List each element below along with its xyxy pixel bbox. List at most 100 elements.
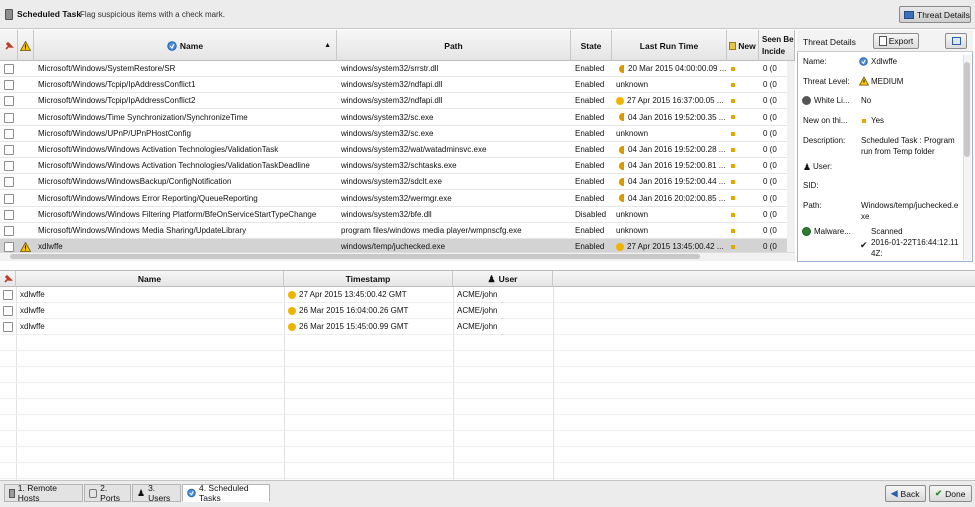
row-checkbox[interactable] <box>4 128 14 139</box>
table-row[interactable]: Microsoft/Windows/Windows Error Reportin… <box>0 191 787 207</box>
export-button[interactable]: Export <box>873 33 919 49</box>
table-row[interactable]: xdlwffe 26 Mar 2015 16:04:00.26 GMT ACME/j… <box>0 303 975 319</box>
column-header-timestamp[interactable]: Timestamp <box>284 271 453 287</box>
user-icon: ♟ <box>803 162 812 172</box>
column-header-seen-line1: Seen Be <box>762 34 794 44</box>
row-checkbox[interactable] <box>4 145 14 155</box>
tasks-vertical-scrollbar[interactable] <box>787 61 795 252</box>
back-button[interactable]: ◀ Back <box>885 485 926 502</box>
cell-last-run: 04 Jan 2016 19:52:00.44 ... <box>612 174 727 190</box>
cell-name: Microsoft/Windows/SystemRestore/SR <box>38 64 176 73</box>
cell-new <box>727 223 759 239</box>
column-header-path[interactable]: Path <box>337 30 571 61</box>
run-status-icon <box>619 162 624 171</box>
row-checkbox[interactable] <box>4 209 14 220</box>
table-row[interactable]: Microsoft/Windows/SystemRestore/SR window… <box>0 61 787 77</box>
warning-icon <box>20 40 31 51</box>
cell-name: xdlwffe <box>20 306 45 315</box>
table-row[interactable]: Microsoft/Windows/WindowsBackup/ConfigNo… <box>0 174 787 191</box>
row-checkbox[interactable] <box>4 112 14 123</box>
column-header-state[interactable]: State <box>571 30 612 61</box>
table-row[interactable]: Microsoft/Windows/Windows Activation Tec… <box>0 142 787 158</box>
detail-sid-label: SID: <box>803 181 819 190</box>
popout-icon <box>952 37 961 45</box>
cell-state: Disabled <box>575 209 607 219</box>
whitelist-icon <box>802 96 811 105</box>
events-table-header: Name Timestamp ♟ User <box>0 271 975 287</box>
event-status-icon <box>288 322 296 331</box>
column-header-name[interactable]: Name ▲ <box>34 30 337 61</box>
table-row <box>0 431 975 447</box>
timestamp-text: 26 Mar 2015 16:04:00.26 GMT <box>299 306 409 315</box>
detail-malware-line1: Scanned <box>871 227 903 236</box>
cell-new <box>727 77 759 93</box>
column-header-user-label: User <box>498 274 518 284</box>
row-checkbox[interactable] <box>3 306 13 316</box>
row-checkbox[interactable] <box>4 64 14 74</box>
tasks-table-header: Name ▲ Path State Last Run Time New Seen… <box>0 30 794 61</box>
pushpin-icon <box>4 41 14 50</box>
tab-scheduled-tasks[interactable]: 4. Scheduled Tasks <box>182 483 270 503</box>
new-icon <box>731 66 735 71</box>
tab-remote-hosts[interactable]: 1. Remote Hosts <box>4 483 83 503</box>
row-checkbox[interactable] <box>4 193 14 204</box>
tab-users[interactable]: ♟ 3. Users <box>132 483 181 503</box>
cell-last-run: 20 Mar 2015 04:00:00.09 ... <box>612 61 727 77</box>
cell-last-run: unknown <box>612 77 727 93</box>
popout-button[interactable] <box>945 33 967 49</box>
table-row[interactable]: xdlwffe 27 Apr 2015 13:45:00.42 GMT ACME/j… <box>0 287 975 303</box>
done-button[interactable]: ✔ Done <box>929 485 972 502</box>
done-button-label: Done <box>945 488 966 499</box>
cell-name: Microsoft/Windows/UPnP/UPnPHostConfig <box>38 128 191 138</box>
detail-description-line2: run from Temp folder <box>861 147 935 156</box>
cell-new <box>727 93 759 109</box>
table-row[interactable]: Microsoft/Windows/Windows Filtering Plat… <box>0 207 787 223</box>
warning-column-header[interactable] <box>18 30 34 61</box>
table-row[interactable]: Microsoft/Windows/Windows Media Sharing/… <box>0 223 787 239</box>
cell-user: ACME/john <box>457 290 498 299</box>
detail-path-label: Path: <box>803 201 822 210</box>
cell-last-run: 27 Apr 2015 16:37:00.05 ... <box>612 93 727 109</box>
row-checkbox[interactable] <box>4 242 14 253</box>
threat-details-button[interactable]: Threat Details <box>899 6 971 23</box>
cell-last-run: 04 Jan 2016 19:52:00.28 ... <box>612 142 727 158</box>
table-row[interactable]: Microsoft/Windows/Tcpip/IpAddressConflic… <box>0 93 787 110</box>
new-icon <box>731 212 735 217</box>
column-header-new[interactable]: New <box>727 30 759 61</box>
tab-ports[interactable]: 2. Ports <box>84 483 131 503</box>
last-run-text: 04 Jan 2016 19:52:00.28 ... <box>628 145 726 154</box>
row-checkbox[interactable] <box>3 290 13 300</box>
remote-host-icon <box>9 488 15 498</box>
column-header-event-name[interactable]: Name <box>16 271 284 287</box>
cell-state: Enabled <box>575 80 605 90</box>
cell-name: Microsoft/Windows/Windows Filtering Plat… <box>38 209 317 219</box>
table-row[interactable]: Microsoft/Windows/Time Synchronization/S… <box>0 110 787 126</box>
last-run-text: 04 Jan 2016 19:52:00.44 ... <box>628 177 726 187</box>
cell-user: ACME/john <box>457 322 498 331</box>
new-icon <box>731 115 735 120</box>
run-status-icon <box>619 113 624 122</box>
cell-last-run: unknown <box>612 207 727 223</box>
threat-details-scroll-thumb[interactable] <box>964 62 970 157</box>
table-row[interactable]: xdlwffe 26 Mar 2015 15:45:00.99 GMT ACME/j… <box>0 319 975 335</box>
cell-state: Enabled <box>575 161 605 171</box>
row-checkbox[interactable] <box>4 161 14 172</box>
cell-last-run: unknown <box>612 126 727 142</box>
tasks-horizontal-scroll-thumb[interactable] <box>10 254 700 259</box>
column-header-user[interactable]: ♟ User <box>453 271 553 287</box>
column-header-seen[interactable]: Seen Be Incide <box>759 30 794 61</box>
flag-column-header[interactable] <box>0 271 16 287</box>
row-checkbox[interactable] <box>3 322 13 332</box>
column-header-last-run[interactable]: Last Run Time <box>612 30 727 61</box>
row-checkbox[interactable] <box>4 80 14 91</box>
new-icon <box>731 228 735 233</box>
details-panel-icon <box>904 10 914 19</box>
row-checkbox[interactable] <box>4 226 14 236</box>
row-checkbox[interactable] <box>4 177 14 188</box>
table-row[interactable]: Microsoft/Windows/UPnP/UPnPHostConfig win… <box>0 126 787 142</box>
table-row[interactable]: Microsoft/Windows/Windows Activation Tec… <box>0 158 787 175</box>
cell-name: Microsoft/Windows/Tcpip/IpAddressConflic… <box>38 80 196 90</box>
table-row[interactable]: Microsoft/Windows/Tcpip/IpAddressConflic… <box>0 77 787 94</box>
flag-column-header[interactable] <box>0 30 18 61</box>
row-checkbox[interactable] <box>4 96 14 107</box>
